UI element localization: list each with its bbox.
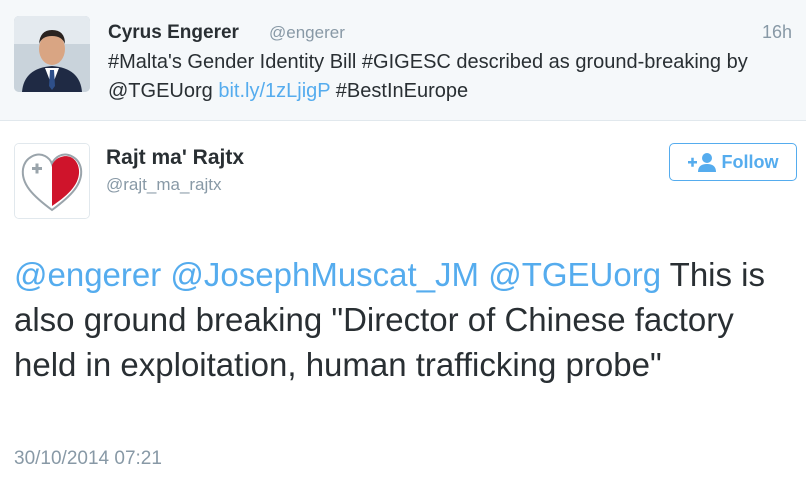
author-photo-icon (14, 16, 90, 92)
tweet-text: #Malta's Gender Identity Bill #GIGESC de… (108, 48, 788, 106)
mention-link[interactable]: @engerer (14, 256, 161, 293)
tweet-timestamp[interactable]: 30/10/2014 07:21 (14, 448, 162, 470)
tweet-link[interactable]: bit.ly/1zLjigP (218, 80, 330, 102)
author-handle[interactable]: @rajt_ma_rajtx (106, 175, 222, 195)
add-user-icon (687, 153, 716, 172)
author-name[interactable]: Cyrus Engerer (108, 22, 239, 44)
tweet-text-part: #BestInEurope (330, 80, 469, 102)
follow-button[interactable]: Follow (669, 143, 797, 181)
avatar[interactable] (14, 16, 90, 92)
author-handle[interactable]: @engerer (269, 23, 345, 43)
malta-heart-logo-icon (15, 144, 89, 218)
mention-link[interactable]: @TGEUorg (488, 256, 661, 293)
timestamp[interactable]: 16h (762, 22, 792, 43)
avatar[interactable] (14, 143, 90, 219)
tweet-text: @engerer @JosephMuscat_JM @TGEUorg This … (14, 252, 794, 387)
author-name[interactable]: Rajt ma' Rajtx (106, 146, 244, 170)
follow-label: Follow (721, 151, 779, 172)
parent-tweet[interactable]: Cyrus Engerer @engerer 16h #Malta's Gend… (0, 0, 806, 121)
mention-link[interactable]: @JosephMuscat_JM (170, 256, 479, 293)
